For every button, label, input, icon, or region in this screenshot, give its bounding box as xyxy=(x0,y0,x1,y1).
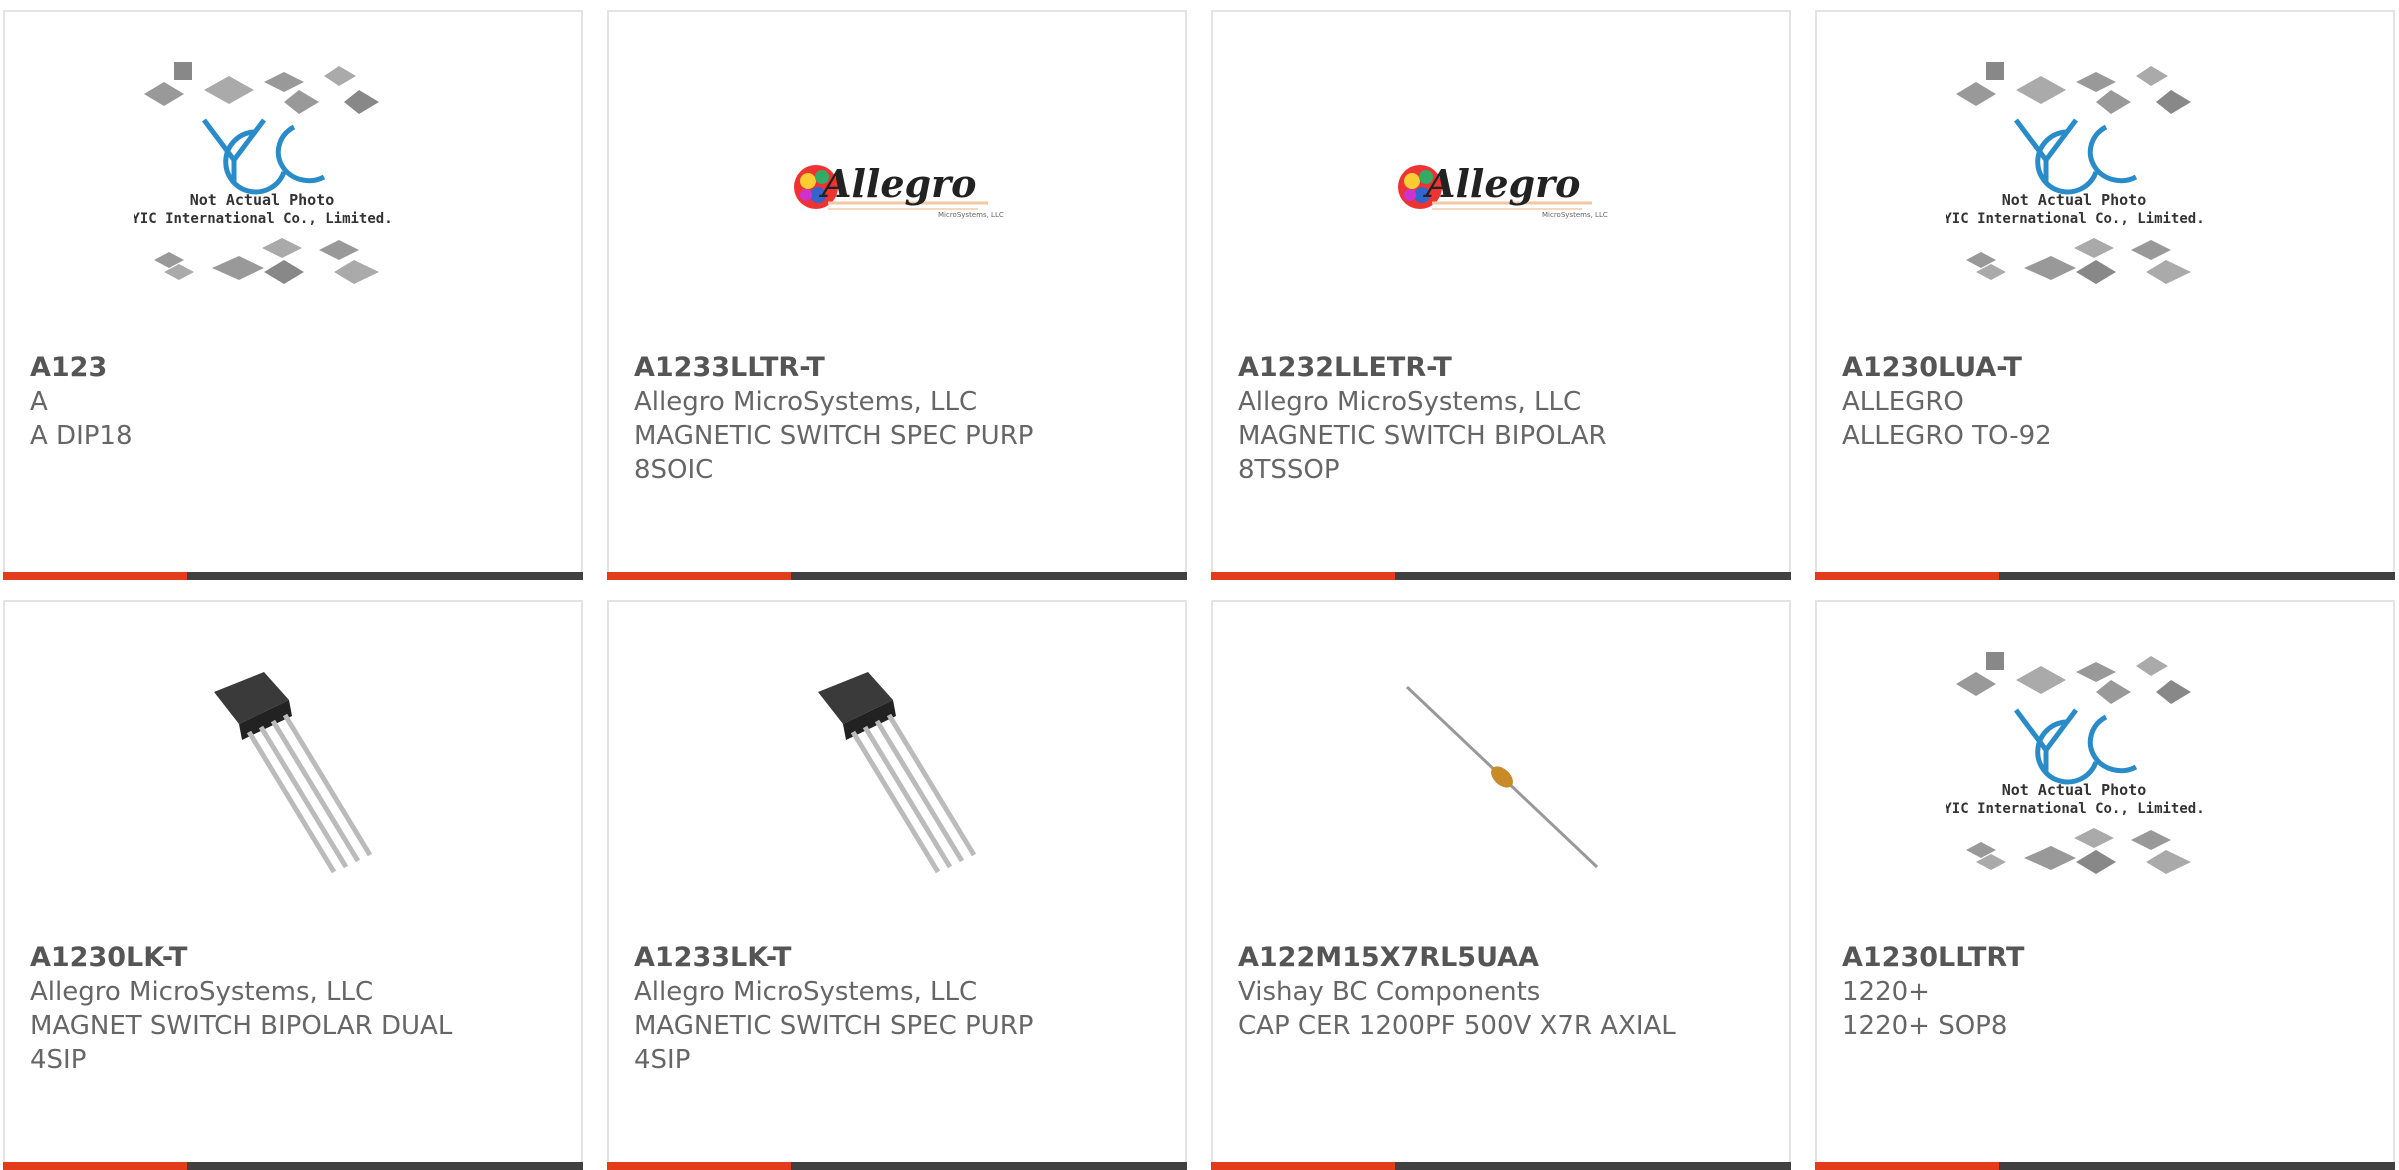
product-info: A1232LLETR-T Allegro MicroSystems, LLC M… xyxy=(1238,351,1769,487)
description-extra: 4SIP xyxy=(30,1045,87,1075)
part-number[interactable]: A123 xyxy=(30,351,561,385)
card-bottom-bar xyxy=(1211,1162,1791,1170)
manufacturer: A xyxy=(30,387,48,417)
product-info: A1230LLTRT 1220+ 1220+ SOP8 xyxy=(1842,941,2373,1043)
card-bar-accent xyxy=(1211,572,1395,580)
product-image[interactable]: Not Actual Photo YIC International Co., … xyxy=(1946,652,2216,892)
part-number[interactable]: A1230LK-T xyxy=(30,941,561,975)
card-bottom-bar xyxy=(3,572,583,580)
description-extra: 8TSSOP xyxy=(1238,455,1340,485)
product-info: A122M15X7RL5UAA Vishay BC Components CAP… xyxy=(1238,941,1769,1043)
product-image[interactable] xyxy=(788,662,1008,892)
description-extra: 4SIP xyxy=(634,1045,691,1075)
product-card[interactable]: Allegro MicroSystems, LLC A1233LLTR-T Al… xyxy=(607,10,1187,580)
allegro-logo-icon: Allegro MicroSystems, LLC xyxy=(1398,161,1608,219)
svg-text:YIC International Co., Limited: YIC International Co., Limited. xyxy=(134,211,393,227)
product-card[interactable]: Not Actual Photo YIC International Co., … xyxy=(1815,600,2395,1170)
description: CAP CER 1200PF 500V X7R AXIAL xyxy=(1238,1011,1676,1041)
svg-text:Not Actual Photo: Not Actual Photo xyxy=(2002,781,2147,799)
manufacturer: Allegro MicroSystems, LLC xyxy=(634,977,978,1007)
card-bar-accent xyxy=(607,572,791,580)
product-info: A1233LK-T Allegro MicroSystems, LLC MAGN… xyxy=(634,941,1165,1077)
allegro-logo-icon: Allegro MicroSystems, LLC xyxy=(794,161,1004,219)
svg-text:MicroSystems, LLC: MicroSystems, LLC xyxy=(938,211,1004,219)
manufacturer: Allegro MicroSystems, LLC xyxy=(1238,387,1582,417)
manufacturer: 1220+ xyxy=(1842,977,1930,1007)
svg-text:Not Actual Photo: Not Actual Photo xyxy=(190,191,335,209)
manufacturer: Vishay BC Components xyxy=(1238,977,1541,1007)
card-bar-accent xyxy=(1815,572,1999,580)
sip-4-package-icon xyxy=(818,672,977,874)
card-bar-accent xyxy=(3,572,187,580)
product-image[interactable]: Not Actual Photo YIC International Co., … xyxy=(134,62,404,302)
manufacturer: ALLEGRO xyxy=(1842,387,1964,417)
card-bottom-bar xyxy=(1211,572,1791,580)
svg-text:Allegro: Allegro xyxy=(819,161,976,206)
sip-4-package-icon xyxy=(214,672,373,874)
card-bar-accent xyxy=(1815,1162,1999,1170)
product-image[interactable]: Allegro MicroSystems, LLC xyxy=(1392,72,1612,302)
manufacturer: Allegro MicroSystems, LLC xyxy=(634,387,978,417)
product-card[interactable]: A122M15X7RL5UAA Vishay BC Components CAP… xyxy=(1211,600,1791,1170)
svg-text:Allegro: Allegro xyxy=(1423,161,1580,206)
card-bottom-bar xyxy=(607,1162,1187,1170)
part-number[interactable]: A1230LLTRT xyxy=(1842,941,2373,975)
product-grid: Not Actual Photo YIC International Co., … xyxy=(0,0,2399,1170)
card-bottom-bar xyxy=(3,1162,583,1170)
product-image[interactable] xyxy=(1392,662,1612,892)
axial-capacitor-icon xyxy=(1405,685,1599,869)
product-card[interactable]: A1233LK-T Allegro MicroSystems, LLC MAGN… xyxy=(607,600,1187,1170)
product-card[interactable]: Not Actual Photo YIC International Co., … xyxy=(3,10,583,580)
description: ALLEGRO TO-92 xyxy=(1842,421,2052,451)
description: MAGNETIC SWITCH BIPOLAR xyxy=(1238,421,1607,451)
product-card[interactable]: Not Actual Photo YIC International Co., … xyxy=(1815,10,2395,580)
yic-placeholder-icon: Not Actual Photo YIC International Co., … xyxy=(134,62,393,284)
part-number[interactable]: A1230LUA-T xyxy=(1842,351,2373,385)
manufacturer: Allegro MicroSystems, LLC xyxy=(30,977,374,1007)
svg-text:MicroSystems, LLC: MicroSystems, LLC xyxy=(1542,211,1608,219)
product-card[interactable]: Allegro MicroSystems, LLC A1232LLETR-T A… xyxy=(1211,10,1791,580)
product-info: A1230LUA-T ALLEGRO ALLEGRO TO-92 xyxy=(1842,351,2373,453)
product-card[interactable]: A1230LK-T Allegro MicroSystems, LLC MAGN… xyxy=(3,600,583,1170)
svg-text:YIC International Co., Limited: YIC International Co., Limited. xyxy=(1946,801,2205,817)
description: MAGNETIC SWITCH SPEC PURP xyxy=(634,1011,1034,1041)
card-bar-accent xyxy=(607,1162,791,1170)
product-image[interactable]: Allegro MicroSystems, LLC xyxy=(788,72,1008,302)
product-image[interactable]: Not Actual Photo YIC International Co., … xyxy=(1946,62,2216,302)
product-info: A123 A A DIP18 xyxy=(30,351,561,453)
card-bar-accent xyxy=(1211,1162,1395,1170)
description: MAGNETIC SWITCH SPEC PURP xyxy=(634,421,1034,451)
part-number[interactable]: A1233LLTR-T xyxy=(634,351,1165,385)
yic-placeholder-icon: Not Actual Photo YIC International Co., … xyxy=(1946,62,2205,284)
description-extra: 8SOIC xyxy=(634,455,714,485)
yic-placeholder-icon: Not Actual Photo YIC International Co., … xyxy=(1946,652,2205,874)
product-image[interactable] xyxy=(184,662,404,892)
card-bottom-bar xyxy=(607,572,1187,580)
card-bottom-bar xyxy=(1815,1162,2395,1170)
svg-text:Not Actual Photo: Not Actual Photo xyxy=(2002,191,2147,209)
part-number[interactable]: A1232LLETR-T xyxy=(1238,351,1769,385)
part-number[interactable]: A1233LK-T xyxy=(634,941,1165,975)
description: A DIP18 xyxy=(30,421,133,451)
svg-text:YIC International Co., Limited: YIC International Co., Limited. xyxy=(1946,211,2205,227)
card-bar-accent xyxy=(3,1162,187,1170)
description: MAGNET SWITCH BIPOLAR DUAL xyxy=(30,1011,453,1041)
product-info: A1233LLTR-T Allegro MicroSystems, LLC MA… xyxy=(634,351,1165,487)
product-info: A1230LK-T Allegro MicroSystems, LLC MAGN… xyxy=(30,941,561,1077)
description: 1220+ SOP8 xyxy=(1842,1011,2008,1041)
card-bottom-bar xyxy=(1815,572,2395,580)
part-number[interactable]: A122M15X7RL5UAA xyxy=(1238,941,1769,975)
